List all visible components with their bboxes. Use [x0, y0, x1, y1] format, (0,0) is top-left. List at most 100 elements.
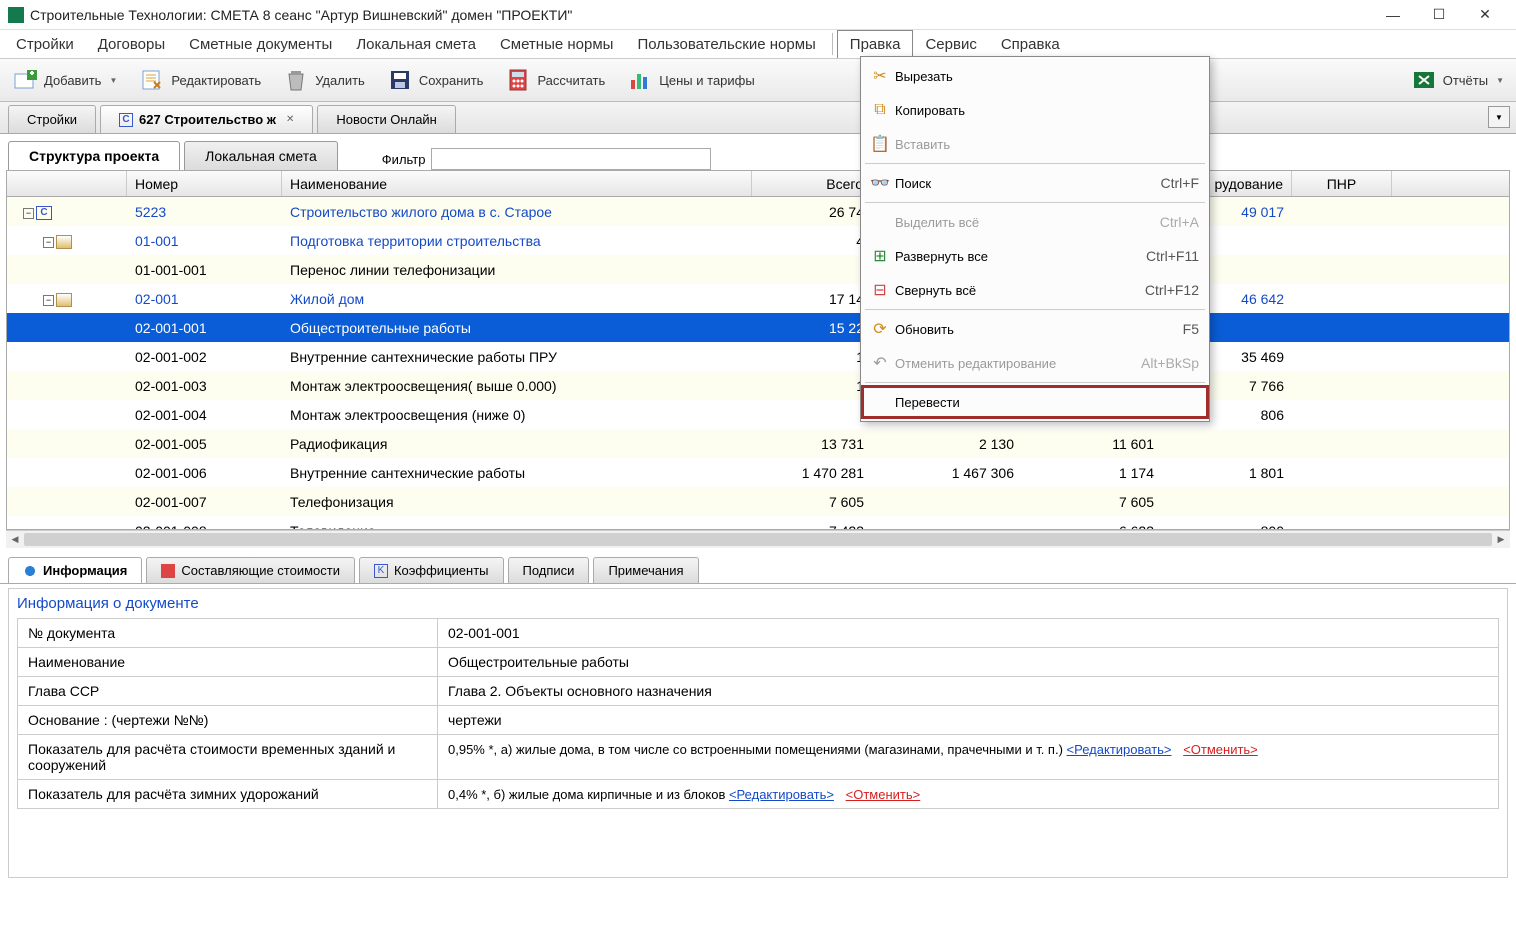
- table-row[interactable]: 02-001-001Общестроительные работы15 22: [7, 313, 1509, 342]
- menu-stroyki[interactable]: Стройки: [4, 30, 86, 58]
- menu-spravka[interactable]: Справка: [989, 30, 1072, 58]
- menu-expand-all[interactable]: ⊞ Развернуть все Ctrl+F11: [861, 239, 1209, 273]
- paste-icon: 📋: [865, 134, 895, 154]
- save-label: Сохранить: [419, 73, 484, 88]
- menu-refresh[interactable]: ⟳ Обновить F5: [861, 312, 1209, 346]
- table-row[interactable]: 02-001-002Внутренние сантехнические рабо…: [7, 342, 1509, 371]
- doc-tab-627[interactable]: C 627 Строительство ж ✕: [100, 105, 313, 133]
- info-tabs: Информация Составляющие стоимости K Коэф…: [0, 554, 1516, 584]
- table-row[interactable]: 02-001-007Телефонизация7 6057 605: [7, 487, 1509, 516]
- chart-icon: [627, 67, 653, 93]
- edit-button[interactable]: Редактировать: [133, 62, 267, 98]
- k-icon: K: [374, 564, 388, 578]
- app-icon: [8, 7, 24, 23]
- prices-button[interactable]: Цены и тарифы: [621, 62, 760, 98]
- col-total[interactable]: Всего: [752, 171, 872, 196]
- reports-button[interactable]: Отчёты ▼: [1405, 62, 1510, 98]
- info-table: № документа 02-001-001 Наименование Обще…: [17, 618, 1499, 809]
- info-row-basis: Основание : (чертежи №№) чертежи: [18, 706, 1499, 735]
- table-row[interactable]: 02-001-003Монтаж электроосвещения( выше …: [7, 371, 1509, 400]
- excel-icon: [1411, 67, 1437, 93]
- table-row[interactable]: 01-001-001Перенос линии телефонизации: [7, 255, 1509, 284]
- menu-copy[interactable]: ⧉ Копировать: [861, 93, 1209, 127]
- table-row[interactable]: 02-001-006Внутренние сантехнические рабо…: [7, 458, 1509, 487]
- toolbar: Добавить ▼ Редактировать Удалить Сохрани…: [0, 58, 1516, 102]
- info-tab-signatures[interactable]: Подписи: [508, 557, 590, 583]
- save-button[interactable]: Сохранить: [381, 62, 490, 98]
- table-row[interactable]: 02-001-004Монтаж электроосвещения (ниже …: [7, 400, 1509, 429]
- cancel-link[interactable]: <Отменить>: [1183, 742, 1258, 757]
- minimize-button[interactable]: —: [1370, 0, 1416, 30]
- col-name[interactable]: Наименование: [282, 171, 752, 196]
- reports-label: Отчёты: [1443, 73, 1488, 88]
- refresh-icon: ⟳: [865, 319, 895, 339]
- calc-button[interactable]: Рассчитать: [499, 62, 611, 98]
- info-tab-coefficients[interactable]: K Коэффициенты: [359, 557, 504, 583]
- menu-dogovory[interactable]: Договоры: [86, 30, 177, 58]
- col-tree[interactable]: [7, 171, 127, 196]
- undo-icon: ↶: [865, 353, 895, 373]
- struct-tab-local[interactable]: Локальная смета: [184, 141, 338, 170]
- info-tab-notes[interactable]: Примечания: [593, 557, 698, 583]
- tree-collapse-icon[interactable]: −: [43, 237, 54, 248]
- info-row-winter: Показатель для расчёта зимних удорожаний…: [18, 780, 1499, 809]
- struct-tab-structure[interactable]: Структура проекта: [8, 141, 180, 170]
- info-tab-info[interactable]: Информация: [8, 557, 142, 583]
- info-row-name: Наименование Общестроительные работы: [18, 648, 1499, 677]
- copy-icon: ⧉: [865, 101, 895, 119]
- table-row[interactable]: −01-001Подготовка территории строительст…: [7, 226, 1509, 255]
- tabs-dropdown-button[interactable]: ▼: [1488, 106, 1510, 128]
- info-row-temp: Показатель для расчёта стоимости временн…: [18, 735, 1499, 780]
- cancel-link[interactable]: <Отменить>: [846, 787, 921, 802]
- table-row[interactable]: 02-001-008Телевидение7 4236 623800: [7, 516, 1509, 529]
- scroll-left-arrow[interactable]: ◀: [6, 531, 24, 548]
- col-pnr[interactable]: ПНР: [1292, 171, 1392, 196]
- edit-link[interactable]: <Редактировать>: [729, 787, 834, 802]
- menu-servis[interactable]: Сервис: [913, 30, 988, 58]
- grid-body[interactable]: −C5223Строительство жилого дома в с. Ста…: [7, 197, 1509, 529]
- menu-translate[interactable]: Перевести: [861, 385, 1209, 419]
- table-row[interactable]: 02-001-005Радиофикация13 7312 13011 601: [7, 429, 1509, 458]
- close-tab-icon[interactable]: ✕: [286, 114, 294, 125]
- structure-tabs: Структура проекта Локальная смета Фильтр: [0, 134, 1516, 170]
- menu-paste: 📋 Вставить: [861, 127, 1209, 161]
- doc-icon: C: [119, 113, 133, 127]
- menu-pravka[interactable]: Правка: [837, 30, 914, 58]
- edit-link[interactable]: <Редактировать>: [1067, 742, 1172, 757]
- edit-dropdown-menu: ✂ Вырезать ⧉ Копировать 📋 Вставить 👓 Пои…: [860, 56, 1210, 422]
- col-number[interactable]: Номер: [127, 171, 282, 196]
- menu-polzovatelskie-normy[interactable]: Пользовательские нормы: [625, 30, 827, 58]
- menubar: Стройки Договоры Сметные документы Локал…: [0, 30, 1516, 58]
- edit-icon: [139, 67, 165, 93]
- info-row-chapter: Глава ССР Глава 2. Объекты основного наз…: [18, 677, 1499, 706]
- caret-down-icon: ▼: [1496, 76, 1504, 85]
- menu-cut[interactable]: ✂ Вырезать: [861, 59, 1209, 93]
- prices-label: Цены и тарифы: [659, 73, 754, 88]
- menu-search[interactable]: 👓 Поиск Ctrl+F: [861, 166, 1209, 200]
- scissors-icon: ✂: [865, 66, 895, 86]
- edit-label: Редактировать: [171, 73, 261, 88]
- menu-smetnye-dokumenty[interactable]: Сметные документы: [177, 30, 344, 58]
- close-button[interactable]: ✕: [1462, 0, 1508, 30]
- maximize-button[interactable]: ☐: [1416, 0, 1462, 30]
- delete-button[interactable]: Удалить: [277, 62, 371, 98]
- menu-smetnye-normy[interactable]: Сметные нормы: [488, 30, 626, 58]
- delete-label: Удалить: [315, 73, 365, 88]
- menu-collapse-all[interactable]: ⊟ Свернуть всё Ctrl+F12: [861, 273, 1209, 307]
- tree-collapse-icon[interactable]: −: [23, 208, 34, 219]
- menu-lokalnaya-smeta[interactable]: Локальная смета: [344, 30, 488, 58]
- table-row[interactable]: −02-001Жилой дом17 1446 642: [7, 284, 1509, 313]
- doc-tab-news[interactable]: Новости Онлайн: [317, 105, 455, 133]
- filter-input[interactable]: [431, 148, 711, 170]
- add-button[interactable]: Добавить ▼: [6, 62, 123, 98]
- doc-tab-stroyki[interactable]: Стройки: [8, 105, 96, 133]
- table-row[interactable]: −C5223Строительство жилого дома в с. Ста…: [7, 197, 1509, 226]
- grid-horizontal-scrollbar[interactable]: ◀ ▶: [6, 530, 1510, 548]
- caret-down-icon: ▼: [109, 76, 117, 85]
- info-tab-components[interactable]: Составляющие стоимости: [146, 557, 355, 583]
- expand-icon: ⊞: [865, 246, 895, 266]
- scroll-thumb[interactable]: [24, 533, 1492, 546]
- scroll-right-arrow[interactable]: ▶: [1492, 531, 1510, 548]
- main-grid: Номер Наименование Всего рудование ПНР −…: [6, 170, 1510, 530]
- tree-collapse-icon[interactable]: −: [43, 295, 54, 306]
